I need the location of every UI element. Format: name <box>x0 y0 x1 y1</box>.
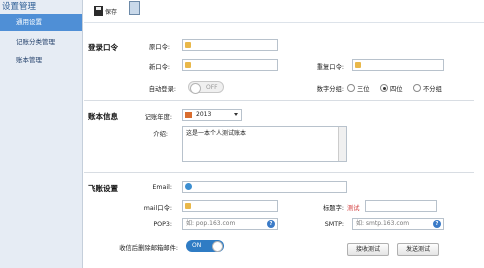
radio-no-group[interactable] <box>413 84 421 92</box>
old-password-input[interactable] <box>182 39 278 51</box>
toggle-knob <box>190 83 201 94</box>
repeat-password-input[interactable] <box>352 59 444 71</box>
email-input[interactable] <box>182 181 347 193</box>
intro-text: 这是一本个人测试账本 <box>186 130 247 137</box>
pop3-placeholder: 如: pop.163.com <box>186 220 236 227</box>
account-section-title: 账本信息 <box>88 112 118 121</box>
email-section-title: 飞账设置 <box>88 184 118 193</box>
save-label: 保存 <box>105 8 118 16</box>
sidebar-title: 设置管理 <box>2 2 37 12</box>
new-password-label: 新口令: <box>148 64 170 71</box>
lock-icon <box>185 62 191 68</box>
digit-group-label: 数字分组: <box>316 86 344 93</box>
lock-icon <box>355 62 361 68</box>
radio-four-digit[interactable] <box>380 84 388 92</box>
new-password-input[interactable] <box>182 59 278 71</box>
delete-after-receive-label: 收信后删除邮箱邮件: <box>119 245 178 252</box>
fiscal-year-label: 记账年度: <box>144 114 172 121</box>
delete-after-receive-toggle[interactable]: ON <box>186 240 224 252</box>
save-button[interactable]: 保存 <box>94 3 117 19</box>
send-test-button[interactable]: 发送测试 <box>397 243 439 256</box>
toolbar: 保存 <box>84 0 484 23</box>
receive-test-button[interactable]: 接收测试 <box>347 243 389 256</box>
calendar-icon <box>185 112 192 118</box>
help-icon[interactable]: ? <box>433 220 441 228</box>
sidebar-item-general-settings[interactable]: 通用设置 <box>0 14 82 31</box>
auto-login-state: OFF <box>206 84 218 91</box>
sidebar-item-ledger-management[interactable]: 账本管理 <box>0 52 82 69</box>
repeat-password-label: 重复口令: <box>316 64 344 71</box>
fiscal-year-value: 2013 <box>196 111 212 118</box>
scrollbar[interactable] <box>338 127 346 161</box>
auto-login-label: 自动登录: <box>148 86 176 93</box>
sidebar-item-category-management[interactable]: 记账分类管理 <box>0 34 82 51</box>
divider <box>84 100 474 101</box>
sidebar: 设置管理 通用设置 记账分类管理 账本管理 <box>0 0 83 268</box>
mail-password-label: mail口令: <box>143 205 172 212</box>
chevron-down-icon <box>234 113 238 116</box>
pop3-label: POP3: <box>153 221 172 228</box>
fiscal-year-select[interactable]: 2013 <box>182 109 242 121</box>
export-icon[interactable] <box>129 1 140 15</box>
radio-four-digit-label: 四位 <box>390 86 403 93</box>
auto-login-toggle[interactable]: OFF <box>188 81 224 94</box>
tag-label: 标题字: <box>322 205 344 212</box>
smtp-placeholder: 如: smtp.163.com <box>356 220 410 227</box>
delete-after-receive-state: ON <box>192 242 202 249</box>
radio-three-digit[interactable] <box>347 84 355 92</box>
smtp-label: SMTP: <box>324 221 344 228</box>
floppy-disk-icon <box>94 6 103 16</box>
radio-three-digit-label: 三位 <box>357 86 370 93</box>
radio-no-group-label: 不分组 <box>423 86 442 93</box>
intro-label: 介绍: <box>153 131 168 138</box>
email-icon <box>185 183 192 190</box>
intro-textarea[interactable]: 这是一本个人测试账本 <box>182 126 347 162</box>
email-label: Email: <box>152 184 172 191</box>
help-icon[interactable]: ? <box>267 220 275 228</box>
smtp-input[interactable]: 如: smtp.163.com ? <box>352 218 444 230</box>
toggle-knob <box>212 241 223 252</box>
lock-icon <box>185 203 191 209</box>
old-password-label: 原口令: <box>148 44 170 51</box>
tag-input[interactable] <box>365 200 437 212</box>
pop3-input[interactable]: 如: pop.163.com ? <box>182 218 278 230</box>
tag-value: 测试 <box>347 205 360 212</box>
login-section-title: 登录口令 <box>88 43 118 52</box>
lock-icon <box>185 42 191 48</box>
mail-password-input[interactable] <box>182 200 278 212</box>
divider <box>84 172 474 173</box>
